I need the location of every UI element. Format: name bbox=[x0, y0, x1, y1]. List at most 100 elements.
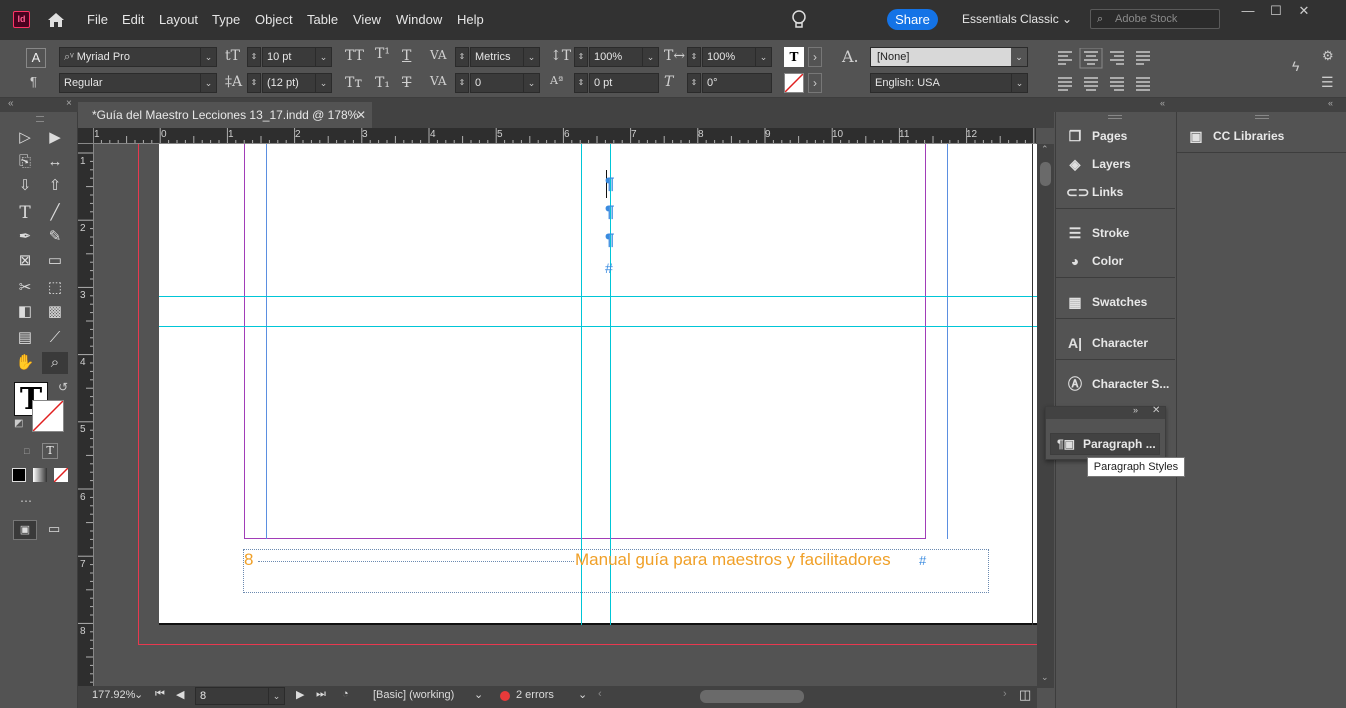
adobe-stock-search-input[interactable]: ⌕ Adobe Stock bbox=[1090, 9, 1220, 29]
subscript-icon[interactable]: T₁ bbox=[375, 75, 390, 91]
skew-stepper[interactable]: ⇕ bbox=[687, 73, 701, 93]
ruler-guide[interactable] bbox=[159, 296, 1037, 297]
previous-page-icon[interactable]: ◀ bbox=[176, 688, 184, 701]
panel-swatches[interactable]: ▦ Swatches bbox=[1064, 290, 1176, 314]
panel-character-styles[interactable]: Ⓐ Character S... bbox=[1064, 372, 1176, 396]
scissors-tool-icon[interactable]: ✂ bbox=[12, 277, 38, 299]
apply-none-icon[interactable] bbox=[53, 467, 69, 483]
scroll-down-icon[interactable]: ⌄ bbox=[1041, 672, 1049, 683]
dock-grip[interactable] bbox=[1108, 115, 1122, 119]
page-tool-icon[interactable]: ⎘ bbox=[12, 151, 38, 173]
dock-grip[interactable] bbox=[1255, 115, 1269, 119]
close-window-button[interactable]: ✕ bbox=[1292, 2, 1316, 20]
font-style-field[interactable]: Regular ⌄ bbox=[59, 73, 217, 93]
chevron-down-icon[interactable]: ⌄ bbox=[200, 74, 216, 92]
home-icon[interactable] bbox=[46, 10, 66, 30]
small-caps-icon[interactable]: Tт bbox=[345, 75, 362, 91]
menu-edit[interactable]: Edit bbox=[122, 12, 144, 27]
horizontal-scroll-thumb[interactable] bbox=[700, 690, 804, 703]
panel-cc-libraries[interactable]: ▣ CC Libraries bbox=[1185, 124, 1345, 148]
fill-options-arrow[interactable]: › bbox=[808, 47, 822, 67]
menu-layout[interactable]: Layout bbox=[159, 12, 198, 27]
stroke-swatch[interactable] bbox=[32, 400, 64, 432]
strikethrough-icon[interactable]: T bbox=[402, 75, 411, 91]
formatting-text-icon[interactable]: T bbox=[42, 443, 58, 459]
style-status[interactable]: [Basic] (working) bbox=[373, 689, 454, 701]
panel-links[interactable]: ⊂⊃ Links bbox=[1064, 180, 1176, 204]
formatting-container-icon[interactable]: □ bbox=[24, 446, 29, 456]
preflight-errors[interactable]: 2 errors bbox=[516, 689, 554, 701]
menu-view[interactable]: View bbox=[353, 12, 381, 27]
gradient-feather-tool-icon[interactable]: ▩ bbox=[42, 301, 68, 323]
chevron-down-icon[interactable]: ⌄ bbox=[200, 48, 216, 66]
baseline-shift-stepper[interactable]: ⇕ bbox=[574, 73, 588, 93]
default-fill-stroke-icon[interactable]: ◩ bbox=[14, 418, 23, 429]
all-caps-icon[interactable]: TT bbox=[345, 48, 364, 64]
menu-file[interactable]: File bbox=[87, 12, 108, 27]
horizontal-scale-field[interactable]: 100% ⌄ bbox=[702, 47, 772, 67]
font-size-stepper[interactable]: ⇕ bbox=[247, 47, 261, 67]
ruler-origin[interactable] bbox=[78, 128, 94, 144]
chevron-down-icon[interactable]: ⌄ bbox=[1011, 74, 1027, 92]
footer-text-frame[interactable]: 8 Manual guía para maestros y facilitado… bbox=[243, 549, 989, 593]
kerning-field[interactable]: Metrics ⌄ bbox=[470, 47, 540, 67]
chevron-down-icon[interactable]: ⌄ bbox=[134, 688, 143, 701]
gradient-swatch-tool-icon[interactable]: ◧ bbox=[12, 301, 38, 323]
content-collector-icon[interactable]: ⇩ bbox=[12, 175, 38, 197]
note-tool-icon[interactable]: ▤ bbox=[12, 327, 38, 349]
floating-panel-header[interactable]: » ✕ bbox=[1046, 405, 1165, 419]
selection-tool-icon[interactable]: ▷ bbox=[12, 127, 38, 149]
last-page-icon[interactable]: ⏭ bbox=[316, 688, 326, 701]
close-panel-icon[interactable]: ✕ bbox=[1152, 405, 1160, 416]
maximize-button[interactable]: ☐ bbox=[1264, 2, 1288, 20]
workspace-switcher[interactable]: Essentials Classic ⌄ bbox=[962, 12, 1072, 26]
menu-table[interactable]: Table bbox=[307, 12, 338, 27]
skew-field[interactable]: 0° bbox=[702, 73, 772, 93]
pen-tool-icon[interactable]: ✒ bbox=[12, 226, 38, 248]
chevron-down-icon[interactable]: ⌄ bbox=[642, 48, 658, 66]
language-field[interactable]: English: USA ⌄ bbox=[870, 73, 1028, 93]
lightning-icon[interactable]: ϟ bbox=[1292, 58, 1299, 74]
page-number-field[interactable]: 8 ⌄ bbox=[195, 687, 285, 705]
horizontal-scale-stepper[interactable]: ⇕ bbox=[687, 47, 701, 67]
screen-mode-normal-icon[interactable]: ▣ bbox=[13, 520, 37, 540]
stroke-none-swatch[interactable] bbox=[784, 73, 804, 93]
minimize-button[interactable]: — bbox=[1236, 2, 1260, 20]
split-window-icon[interactable]: ◫ bbox=[1019, 687, 1031, 703]
chevron-down-icon[interactable]: ⌄ bbox=[315, 48, 331, 66]
chevron-down-icon[interactable]: ⌄ bbox=[578, 688, 587, 701]
first-page-icon[interactable]: ⏮ bbox=[155, 688, 165, 701]
gear-icon[interactable]: ⚙ bbox=[1322, 48, 1334, 64]
panel-stroke[interactable]: ☰ Stroke bbox=[1064, 221, 1176, 245]
stroke-options-arrow[interactable]: › bbox=[808, 73, 822, 93]
panel-character[interactable]: A| Character bbox=[1064, 331, 1176, 355]
direct-selection-tool-icon[interactable]: ▶ bbox=[42, 127, 68, 149]
collapse-dock-icon[interactable]: « bbox=[1328, 98, 1333, 108]
panel-paragraph-styles[interactable]: ¶▣ Paragraph ... bbox=[1050, 433, 1160, 455]
line-tool-icon[interactable]: ╱ bbox=[42, 202, 68, 224]
chevron-down-icon[interactable]: ⌄ bbox=[474, 688, 483, 701]
character-style-field[interactable]: [None] ⌄ bbox=[870, 47, 1028, 67]
apply-color-icon[interactable] bbox=[12, 468, 26, 482]
next-page-icon[interactable]: ▶ bbox=[296, 688, 304, 701]
chevron-down-icon[interactable]: ⌄ bbox=[755, 48, 771, 66]
screen-mode-preview-icon[interactable]: ▭ bbox=[48, 521, 60, 537]
fill-text-swatch[interactable]: T bbox=[784, 47, 804, 67]
scroll-thumb[interactable] bbox=[1040, 162, 1051, 186]
tracking-field[interactable]: 0 ⌄ bbox=[470, 73, 540, 93]
collapse-dock-icon[interactable]: « bbox=[1160, 98, 1165, 108]
scroll-up-icon[interactable]: ⌃ bbox=[1041, 144, 1049, 155]
panel-layers[interactable]: ◈ Layers bbox=[1064, 152, 1176, 176]
menu-help[interactable]: Help bbox=[457, 12, 484, 27]
tracking-stepper[interactable]: ⇕ bbox=[455, 73, 469, 93]
eyedropper-tool-icon[interactable]: ⟋ bbox=[42, 327, 68, 349]
content-placer-icon[interactable]: ⇧ bbox=[42, 175, 68, 197]
scroll-left-icon[interactable]: ‹ bbox=[598, 688, 602, 700]
ruler-guide[interactable] bbox=[159, 326, 1037, 327]
toolbar-grip[interactable] bbox=[36, 116, 44, 122]
leading-field[interactable]: (12 pt) ⌄ bbox=[262, 73, 332, 93]
character-mode-button[interactable]: A bbox=[26, 48, 46, 68]
open-document-icon[interactable]: ◔ bbox=[342, 688, 349, 700]
edit-toolbar-icon[interactable]: ⋯ bbox=[20, 494, 32, 508]
expand-panel-icon[interactable]: » bbox=[1133, 405, 1138, 415]
